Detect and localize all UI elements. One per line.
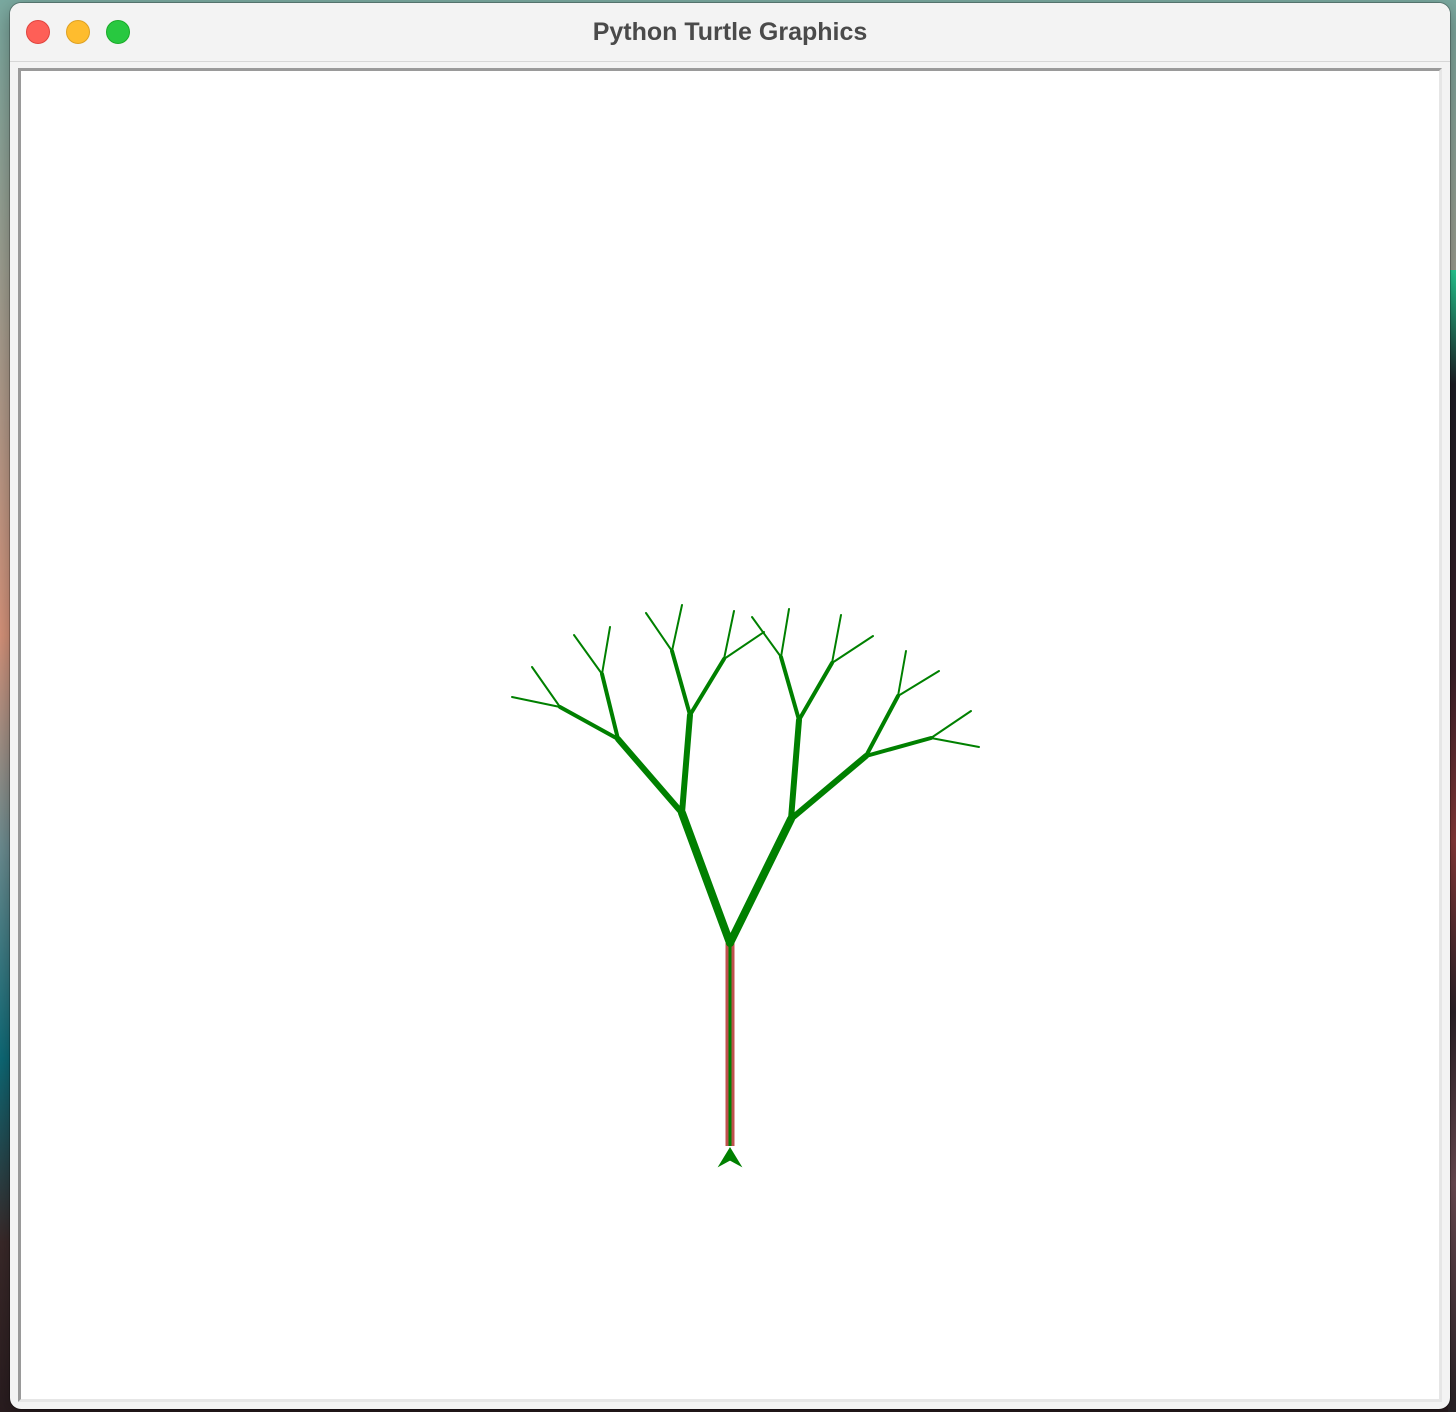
branch [788, 753, 869, 822]
twig [511, 696, 561, 708]
twig [645, 612, 673, 652]
twig [780, 608, 790, 658]
branch [779, 655, 801, 722]
twig [831, 635, 874, 664]
twig [723, 610, 735, 660]
canvas-frame [18, 68, 1442, 1402]
fractal-tree-drawing [511, 604, 980, 1168]
branch [679, 712, 693, 816]
tree-branches [511, 604, 980, 947]
turtle-arrow-icon [717, 1147, 743, 1168]
twig [930, 737, 980, 748]
branch [788, 717, 802, 822]
twig [573, 634, 603, 675]
branch [726, 815, 795, 947]
twig [531, 666, 561, 708]
twig [831, 614, 842, 664]
branch [797, 661, 834, 722]
twig [601, 626, 611, 675]
twig [930, 710, 972, 739]
branch [688, 657, 726, 717]
window-title: Python Turtle Graphics [592, 18, 868, 46]
branch [678, 809, 734, 947]
branch [670, 649, 692, 717]
branch [615, 736, 685, 816]
twig [723, 631, 765, 660]
turtle-window: Python Turtle Graphics [10, 3, 1450, 1409]
title-bar[interactable]: Python Turtle Graphics [10, 3, 1450, 62]
twig [897, 670, 940, 697]
twig [897, 650, 907, 697]
turtle-canvas[interactable] [21, 71, 1439, 1399]
twig [671, 604, 683, 652]
